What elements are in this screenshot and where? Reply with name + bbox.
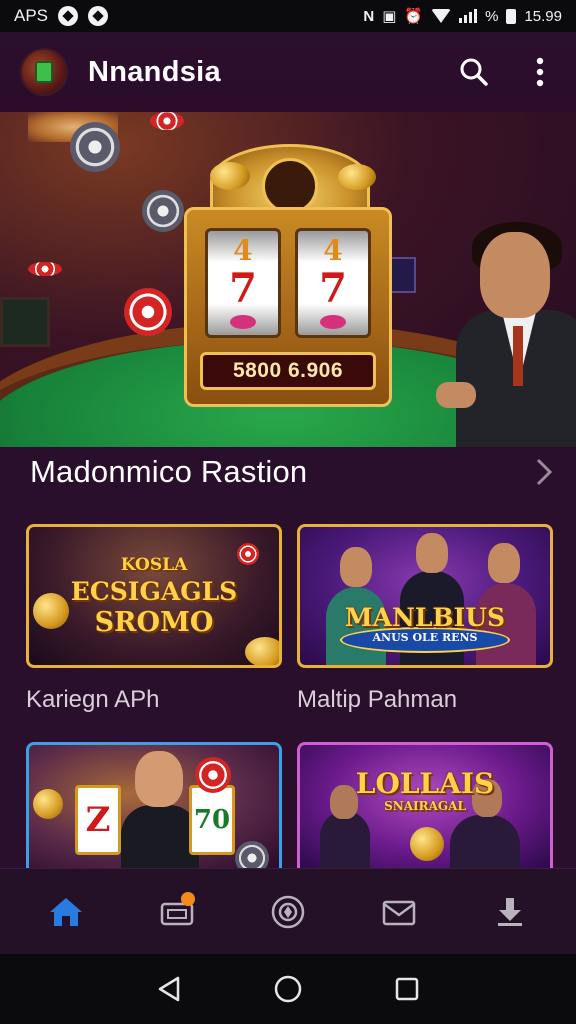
notification-icon-2: [88, 6, 109, 26]
alarm-icon: ⏰: [404, 8, 424, 25]
notification-badge: [180, 891, 195, 906]
character-figure: [340, 547, 372, 587]
dealer-figure: [436, 222, 576, 447]
avatar[interactable]: [20, 48, 68, 96]
gold-coin-icon: [338, 164, 376, 190]
battery-icon: [506, 8, 517, 24]
card-art-text: 70: [189, 785, 235, 855]
wallet-icon[interactable]: [147, 882, 207, 942]
nfc-icon: N: [363, 7, 375, 25]
reel-fruit-icon: [230, 315, 256, 329]
game-card[interactable]: Z 70: [26, 742, 282, 886]
game-card-label: Kariegn APh: [26, 686, 160, 713]
game-card-image: MANLBIUS ANUS OLE RENS: [297, 524, 553, 668]
more-vert-icon[interactable]: [524, 56, 556, 88]
clock: 15.99: [524, 7, 562, 25]
bottom-navigation: [0, 868, 576, 954]
card-art-text: MANLBIUS: [344, 603, 506, 632]
hero-banner[interactable]: 4 7 4 7 5800 6.906: [0, 112, 576, 447]
app-logo-icon: [35, 61, 53, 83]
casino-chip-icon[interactable]: [258, 882, 318, 942]
section-title: Madonmico Rastion: [30, 454, 308, 489]
slot-reel-2: 4 7: [295, 228, 371, 338]
carrier-label: APS: [14, 6, 49, 25]
gold-coin-icon: [245, 637, 279, 665]
game-card[interactable]: KOSLA ECSIGAGLS SROMO Kariegn APh: [26, 524, 282, 714]
chevron-right-icon[interactable]: [532, 455, 556, 489]
character-figure: [135, 751, 183, 807]
game-card-label: Maltip Pahman: [297, 686, 458, 713]
wall-screen-decoration: [0, 297, 50, 347]
wifi-icon: [431, 9, 452, 23]
character-figure: [488, 543, 520, 583]
reel-symbol: 4: [233, 234, 253, 267]
status-bar: APS N ▣ ⏰ % 15.99: [0, 0, 576, 32]
home-circle-icon[interactable]: [268, 969, 308, 1009]
poker-chip-icon: [124, 288, 172, 336]
reel-symbol: 4: [323, 234, 343, 267]
game-card[interactable]: MANLBIUS ANUS OLE RENS Maltip Pahman: [297, 524, 553, 714]
recents-icon[interactable]: [387, 969, 427, 1009]
poker-chip-icon: [195, 757, 231, 793]
gold-coin-icon: [33, 789, 63, 819]
gold-coin-icon: [210, 162, 250, 190]
section-header[interactable]: Madonmico Rastion: [30, 450, 556, 494]
reel-symbol: 7: [319, 265, 347, 312]
home-icon[interactable]: [36, 882, 96, 942]
gold-coin-icon: [410, 827, 444, 861]
character-figure: [416, 533, 448, 573]
slot-machine: 4 7 4 7 5800 6.906: [184, 207, 392, 407]
card-art-text: ANUS OLE RENS: [372, 631, 478, 644]
poker-chip-icon: [70, 122, 120, 172]
battery-percent: %: [485, 7, 499, 25]
card-art-text: SNAIRAGAL: [384, 799, 466, 813]
poker-chip-icon: [150, 112, 184, 130]
game-card[interactable]: LOLLAIS SNAIRAGAL: [297, 742, 553, 886]
game-card-image: Z 70: [26, 742, 282, 868]
slot-emblem-icon: [262, 158, 318, 214]
slot-reel-1: 4 7: [205, 228, 281, 338]
poker-chip-icon: [28, 262, 62, 276]
game-card-image: LOLLAIS SNAIRAGAL: [297, 742, 553, 868]
card-art-text: Z: [75, 785, 121, 855]
card-art-text: ECSIGAGLS: [70, 577, 238, 606]
search-icon[interactable]: [458, 56, 490, 88]
slot-counter: 5800 6.906: [200, 352, 376, 390]
app-title: Nnandsia: [88, 55, 221, 88]
reel-symbol: 7: [229, 265, 257, 312]
signal-icon: [459, 9, 478, 23]
card-art-text: LOLLAIS: [355, 767, 495, 800]
card-art-text: SROMO: [94, 607, 214, 638]
vibrate-icon: ▣: [382, 8, 397, 25]
mail-icon[interactable]: [369, 882, 429, 942]
back-icon[interactable]: [149, 969, 189, 1009]
poker-chip-icon: [142, 190, 184, 232]
download-icon[interactable]: [480, 882, 540, 942]
system-navigation-bar: [0, 954, 576, 1024]
game-card-image: KOSLA ECSIGAGLS SROMO: [26, 524, 282, 668]
card-art-text: KOSLA: [120, 555, 188, 575]
reel-flower-icon: [320, 315, 346, 329]
poker-chip-icon: [235, 841, 269, 868]
notification-icon: [58, 6, 79, 26]
app-bar: Nnandsia: [0, 32, 576, 112]
